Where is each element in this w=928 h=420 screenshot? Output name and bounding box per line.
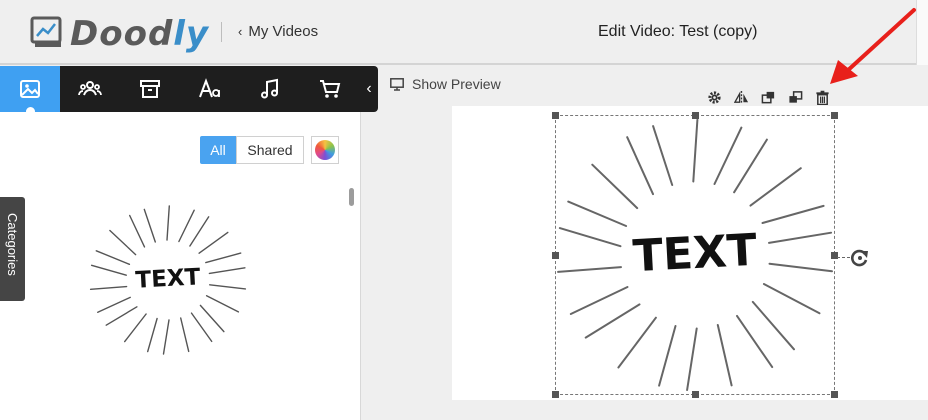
trash-icon — [815, 90, 829, 105]
resize-handle-bottom-left[interactable] — [552, 391, 559, 398]
people-icon — [78, 81, 102, 96]
object-toolbar — [703, 88, 838, 106]
burst-ray — [205, 252, 242, 264]
panel-scrollbar[interactable] — [349, 188, 354, 206]
burst-ray — [166, 205, 171, 241]
app-window: Doodly ‹ My Videos Edit Video: Test (copy… — [0, 0, 928, 420]
burst-ray — [90, 264, 127, 276]
filter-shared-button[interactable]: Shared — [236, 136, 304, 164]
burst-ray — [205, 294, 240, 313]
asset-text-label: TEXT — [135, 264, 201, 293]
resize-handle-top[interactable] — [692, 112, 699, 119]
image-icon — [20, 80, 40, 98]
burst-ray — [162, 319, 170, 355]
resize-handle-bottom[interactable] — [692, 391, 699, 398]
asset-toolbar — [0, 66, 378, 116]
burst-ray — [97, 296, 131, 314]
images-tab[interactable] — [0, 66, 60, 116]
filter-group: All Shared — [200, 136, 304, 164]
bring-front-icon — [761, 91, 774, 103]
cart-icon — [320, 80, 341, 98]
burst-ray — [89, 285, 128, 291]
burst-ray — [109, 229, 137, 256]
characters-tab[interactable] — [60, 66, 120, 112]
flip-icon — [733, 90, 748, 104]
show-preview-toggle[interactable]: Show Preview — [390, 76, 501, 92]
box-icon — [140, 80, 160, 98]
delete-button[interactable] — [811, 88, 833, 106]
store-tab[interactable] — [300, 66, 360, 112]
send-back-icon — [788, 90, 802, 103]
monitor-icon — [390, 77, 404, 91]
send-back-button[interactable] — [784, 88, 806, 106]
logo-text: Doodly — [70, 14, 210, 54]
burst-ray — [189, 216, 210, 247]
burst-ray — [208, 267, 246, 275]
my-videos-link[interactable]: ‹ My Videos — [238, 23, 318, 40]
header-divider — [221, 22, 222, 42]
chevron-left-icon: ‹ — [238, 24, 243, 39]
resize-handle-bottom-right[interactable] — [831, 391, 838, 398]
resize-handle-left[interactable] — [552, 252, 559, 259]
font-icon — [199, 78, 220, 98]
categories-tab[interactable]: Categories — [0, 197, 25, 301]
bring-front-button[interactable] — [757, 88, 779, 106]
burst-ray — [105, 306, 138, 326]
resize-handle-top-right[interactable] — [831, 112, 838, 119]
burst-ray — [124, 313, 147, 343]
music-tab[interactable] — [240, 66, 300, 112]
burst-ray — [208, 284, 247, 290]
burst-ray — [179, 317, 190, 353]
page-title: Edit Video: Test (copy) — [598, 23, 758, 40]
burst-ray — [129, 214, 146, 248]
burst-ray — [190, 312, 213, 343]
flip-button[interactable] — [730, 88, 752, 106]
burst-ray — [95, 250, 131, 266]
text-tab[interactable] — [180, 66, 240, 112]
burst-ray — [178, 209, 195, 243]
doodly-logo[interactable]: Doodly — [30, 10, 208, 54]
burst-ray — [199, 304, 225, 333]
resize-handle-top-left[interactable] — [552, 112, 559, 119]
selection-box[interactable] — [552, 112, 838, 398]
rotate-connector — [837, 257, 850, 258]
logo-board-icon — [30, 16, 62, 47]
header-scroll-strip — [916, 0, 928, 65]
props-tab[interactable] — [120, 66, 180, 112]
filter-all-button[interactable]: All — [200, 136, 236, 164]
color-wheel-icon — [315, 140, 335, 160]
asset-thumbnail-text-burst[interactable]: TEXT — [86, 200, 250, 360]
music-note-icon — [261, 78, 278, 99]
burst-ray — [143, 208, 157, 243]
burst-ray — [198, 231, 229, 254]
chevron-left-icon: ‹ — [366, 80, 372, 97]
gear-icon — [707, 90, 721, 104]
settings-button[interactable] — [703, 88, 725, 106]
header: Doodly ‹ My Videos Edit Video: Test (copy… — [0, 0, 928, 65]
burst-ray — [147, 317, 158, 353]
color-filter-button[interactable] — [311, 136, 339, 164]
rotate-icon[interactable] — [850, 248, 870, 268]
collapse-panel-button[interactable]: ‹ — [360, 66, 378, 112]
